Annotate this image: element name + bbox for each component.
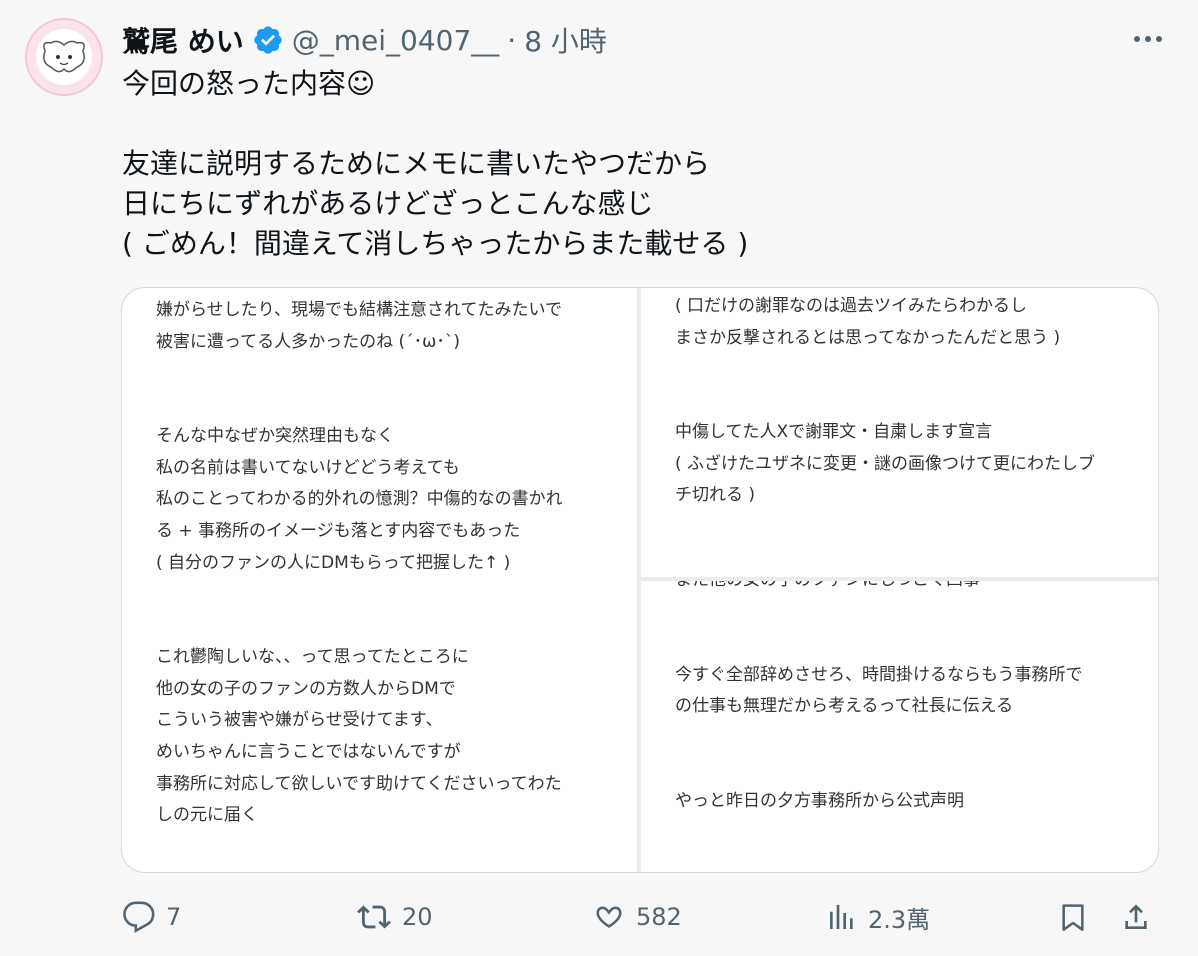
like-icon <box>596 906 622 928</box>
action-bar: 7 20 582 2.3萬 <box>122 895 1162 939</box>
retweet-count: 20 <box>402 903 433 931</box>
reply-button[interactable]: 7 <box>122 895 181 939</box>
more-icon[interactable] <box>1128 24 1168 54</box>
retweet-button[interactable]: 20 <box>356 895 433 939</box>
media-image-right-bottom[interactable]: また他の女の子のファンにしつこく凸事 今すぐ全部辞めさせろ、時間掛けるならもう事… <box>641 581 1158 872</box>
separator-dot: · <box>507 23 517 57</box>
views-button[interactable]: 2.3萬 <box>826 895 930 939</box>
post-text: 今回の怒った内容☺︎ 友達に説明するためにメモに書いたやつだから 日にちにずれが… <box>122 64 1122 264</box>
display-name[interactable]: 鷲尾 めい <box>122 20 244 60</box>
reply-icon <box>123 901 155 933</box>
avatar-illustration-icon <box>43 40 85 73</box>
timestamp[interactable]: 8 小時 <box>524 20 607 60</box>
image-text: ( 口だけの謝罪なのは過去ツイみたらわかるし まさか反撃されるとは思ってなかった… <box>675 296 1096 506</box>
post-text-line: 今回の怒った内容☺︎ <box>122 67 376 100</box>
retweet-icon <box>357 905 391 929</box>
post-text-line: ( ごめん！間違えて消しちゃったからまた載せる ) <box>122 227 749 260</box>
handle[interactable]: @_mei_0407__ <box>292 24 500 57</box>
like-button[interactable]: 582 <box>592 895 682 939</box>
media-image-left[interactable]: 嫌がらせしたり、現場でも結構注意されてたみたいで 被害に遭ってる人多かったのね … <box>122 288 637 872</box>
image-text: また他の女の子のファンにしつこく凸事 今すぐ全部辞めさせろ、時間掛けるならもう事… <box>675 581 1083 811</box>
views-icon <box>830 905 853 929</box>
post-text-line: 日にちにずれがあるけどざっとこんな感じ <box>122 187 654 220</box>
post-text-line: 友達に説明するためにメモに書いたやつだから <box>122 147 711 180</box>
share-icon <box>1125 904 1147 929</box>
media-grid[interactable]: 嫌がらせしたり、現場でも結構注意されてたみたいで 被害に遭ってる人多かったのね … <box>121 287 1159 873</box>
reply-count: 7 <box>166 903 182 931</box>
like-count: 582 <box>636 903 682 931</box>
bookmark-icon <box>1062 904 1084 931</box>
verified-badge-icon <box>252 24 284 56</box>
post-header: 鷲尾 めい @_mei_0407__ · 8 小時 <box>122 20 607 60</box>
share-button[interactable] <box>1120 895 1152 939</box>
bookmark-button[interactable] <box>1057 895 1089 939</box>
image-text: 嫌がらせしたり、現場でも結構注意されてたみたいで 被害に遭ってる人多かったのね … <box>156 300 563 826</box>
media-image-right-top[interactable]: ( 口だけの謝罪なのは過去ツイみたらわかるし まさか反撃されるとは思ってなかった… <box>641 288 1158 577</box>
avatar-image <box>36 29 92 85</box>
view-count: 2.3萬 <box>868 905 931 934</box>
avatar[interactable] <box>25 18 103 96</box>
